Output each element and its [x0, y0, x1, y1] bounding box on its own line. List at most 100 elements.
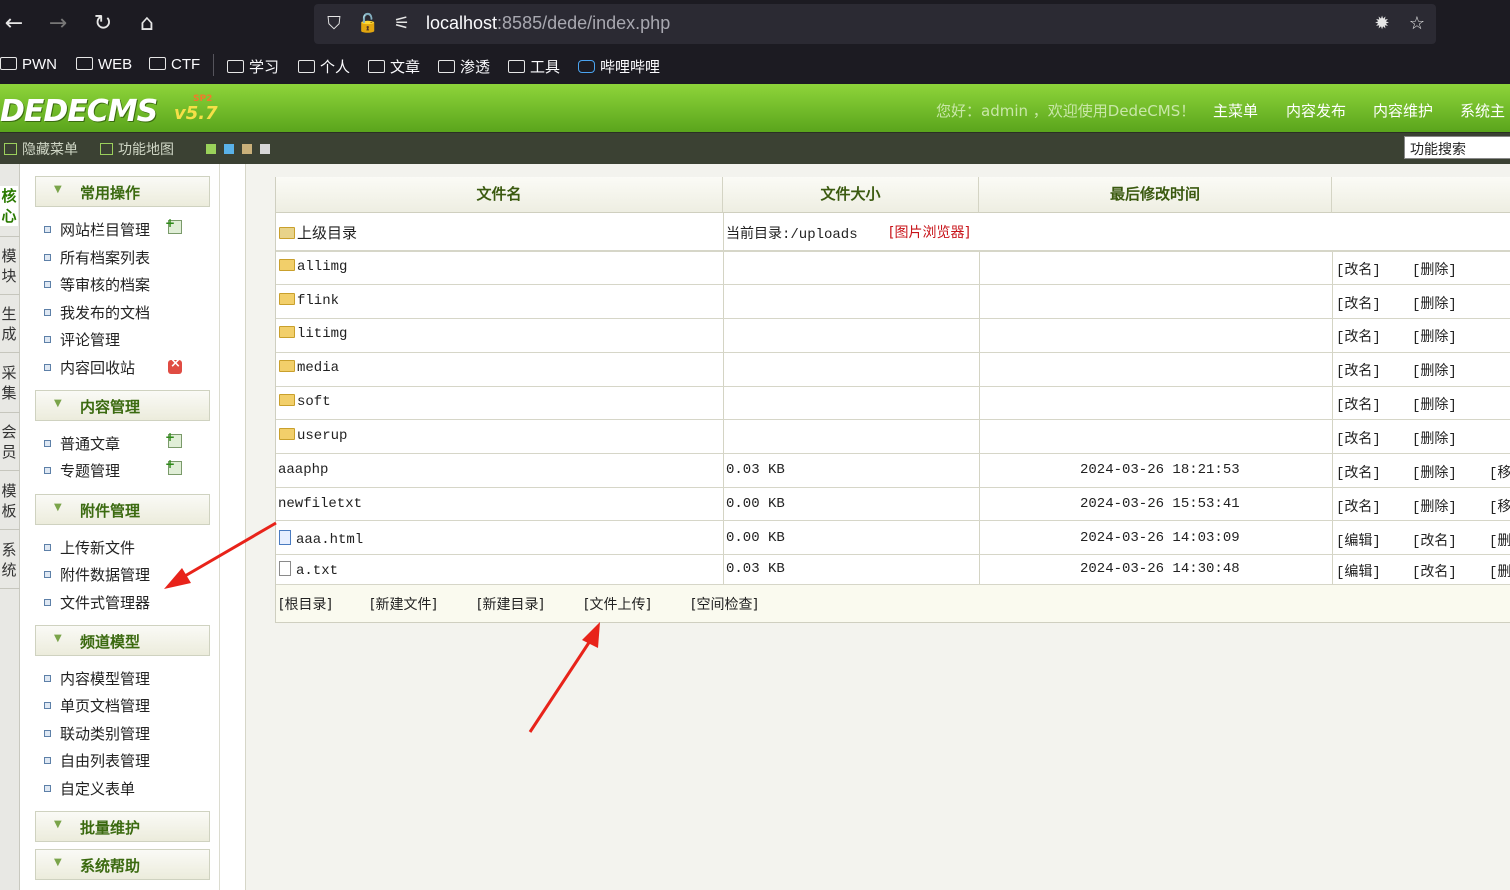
file-row-name[interactable]: litimg [279, 326, 347, 342]
menu-custom-form[interactable]: 自定义表单 [44, 778, 135, 799]
home-icon[interactable]: ⌂ [133, 10, 161, 38]
url-text[interactable]: localhost:8585/dede/index.php [426, 13, 670, 34]
delete-link[interactable]: [删 [1489, 561, 1510, 581]
menu-all-archives[interactable]: 所有档案列表 [44, 247, 150, 268]
rename-link[interactable]: [改名] [1412, 530, 1457, 550]
move-link[interactable]: [移 [1489, 496, 1510, 516]
delete-link[interactable]: [删除] [1412, 326, 1457, 346]
bookmark-personal[interactable]: 个人 [298, 56, 350, 77]
rename-link[interactable]: [改名] [1412, 561, 1457, 581]
bookmark-web[interactable]: WEB [76, 56, 132, 73]
bug-icon[interactable]: ✹ [1370, 12, 1394, 36]
back-arrow-icon[interactable]: ← [0, 10, 28, 38]
group-attachments[interactable]: ▼ 附件管理 [35, 494, 210, 525]
file-row-name[interactable]: allimg [279, 259, 347, 275]
bookmark-study[interactable]: 学习 [227, 56, 279, 77]
delete-link[interactable]: [删除] [1412, 462, 1457, 482]
function-map-button[interactable]: 功能地图 [100, 139, 174, 159]
group-channel-model[interactable]: ▼ 频道模型 [35, 625, 210, 656]
menu-attachment-data[interactable]: 附件数据管理 [44, 564, 150, 585]
tab-collect[interactable]: 采集 [0, 363, 18, 403]
menu-comments[interactable]: 评论管理 [44, 329, 120, 350]
file-row-name[interactable]: newfiletxt [278, 496, 362, 512]
function-search-input[interactable]: 功能搜索 [1404, 136, 1510, 159]
add-icon[interactable] [165, 457, 182, 475]
bookmark-pwn[interactable]: PWN [0, 56, 57, 73]
file-row-name[interactable]: flink [279, 293, 339, 309]
delete-icon[interactable] [168, 356, 182, 374]
menu-file-manager[interactable]: 文件式管理器 [44, 592, 150, 613]
delete-link[interactable]: [删除] [1412, 360, 1457, 380]
menu-column-manage[interactable]: 网站栏目管理 [44, 219, 150, 240]
menu-main[interactable]: 主菜单 [1213, 100, 1258, 121]
group-content[interactable]: ▼ 内容管理 [35, 390, 210, 421]
forward-arrow-icon[interactable]: → [44, 10, 72, 38]
frame-splitter[interactable] [220, 164, 246, 890]
rename-link[interactable]: [改名] [1336, 293, 1381, 313]
tab-module[interactable]: 模块 [0, 246, 18, 286]
skin-brown[interactable] [242, 144, 252, 154]
new-dir-link[interactable]: [新建目录] [477, 594, 544, 614]
bookmark-articles[interactable]: 文章 [368, 56, 420, 77]
menu-topic-manage[interactable]: 专题管理 [44, 460, 120, 481]
bookmark-bilibili[interactable]: 哔哩哔哩 [578, 56, 660, 77]
space-check-link[interactable]: [空间检查] [691, 594, 758, 614]
group-common[interactable]: ▼ 常用操作 [35, 176, 210, 207]
file-row-name[interactable]: aaaphp [278, 462, 328, 478]
group-help[interactable]: ▼ 系统帮助 [35, 849, 210, 880]
rename-link[interactable]: [改名] [1336, 496, 1381, 516]
rename-link[interactable]: [改名] [1336, 462, 1381, 482]
rename-link[interactable]: [改名] [1336, 326, 1381, 346]
menu-recycle-bin[interactable]: 内容回收站 [44, 357, 135, 378]
root-dir-link[interactable]: [根目录] [279, 594, 332, 614]
hide-menu-button[interactable]: 隐藏菜单 [4, 139, 78, 159]
tab-template[interactable]: 模板 [0, 481, 18, 521]
delete-link[interactable]: [删除] [1412, 259, 1457, 279]
rename-link[interactable]: [改名] [1336, 394, 1381, 414]
site-permissions-icon[interactable]: ⚟ [390, 12, 414, 36]
file-row-name[interactable]: aaa.html [279, 530, 363, 548]
tab-core[interactable]: 核心 [0, 186, 18, 226]
menu-maintain[interactable]: 内容维护 [1373, 100, 1433, 121]
file-row-name[interactable]: media [279, 360, 339, 376]
upload-file-link[interactable]: [文件上传] [584, 594, 651, 614]
rename-link[interactable]: [改名] [1336, 428, 1381, 448]
edit-link[interactable]: [编辑] [1336, 530, 1381, 550]
delete-link[interactable]: [删 [1489, 530, 1510, 550]
move-link[interactable]: [移 [1489, 462, 1510, 482]
bookmark-tools[interactable]: 工具 [508, 56, 560, 77]
menu-upload-file[interactable]: 上传新文件 [44, 537, 135, 558]
insecure-lock-icon[interactable]: 🔓 [356, 12, 380, 36]
edit-link[interactable]: [编辑] [1336, 561, 1381, 581]
new-file-link[interactable]: [新建文件] [370, 594, 437, 614]
add-icon[interactable] [165, 216, 182, 234]
tab-generate[interactable]: 生成 [0, 304, 18, 344]
menu-normal-article[interactable]: 普通文章 [44, 433, 120, 454]
menu-system[interactable]: 系统主 [1460, 100, 1505, 121]
tab-system[interactable]: 系统 [0, 540, 18, 580]
file-row-name[interactable]: soft [279, 394, 331, 410]
file-row-name[interactable]: userup [279, 428, 347, 444]
delete-link[interactable]: [删除] [1412, 394, 1457, 414]
bookmark-pentest[interactable]: 渗透 [438, 56, 490, 77]
tab-member[interactable]: 会员 [0, 422, 18, 462]
rename-link[interactable]: [改名] [1336, 259, 1381, 279]
shield-icon[interactable]: ⛉ [322, 12, 346, 36]
bookmark-star-icon[interactable]: ☆ [1405, 12, 1429, 36]
rename-link[interactable]: [改名] [1336, 360, 1381, 380]
menu-linkage-category[interactable]: 联动类别管理 [44, 723, 150, 744]
image-browser-link[interactable]: [图片浏览器] [889, 222, 970, 242]
menu-my-documents[interactable]: 我发布的文档 [44, 302, 150, 323]
skin-blue[interactable] [224, 144, 234, 154]
delete-link[interactable]: [删除] [1412, 293, 1457, 313]
menu-single-page[interactable]: 单页文档管理 [44, 695, 150, 716]
menu-content-model[interactable]: 内容模型管理 [44, 668, 150, 689]
group-batch[interactable]: ▼ 批量维护 [35, 811, 210, 842]
menu-free-list[interactable]: 自由列表管理 [44, 750, 150, 771]
bookmark-ctf[interactable]: CTF [149, 56, 200, 73]
menu-pending-archives[interactable]: 等审核的档案 [44, 274, 150, 295]
delete-link[interactable]: [删除] [1412, 428, 1457, 448]
parent-dir-link[interactable]: 上级目录 [279, 222, 357, 243]
skin-green[interactable] [206, 144, 216, 154]
address-bar[interactable]: ⛉ 🔓 ⚟ localhost:8585/dede/index.php ✹ ☆ [314, 4, 1436, 44]
